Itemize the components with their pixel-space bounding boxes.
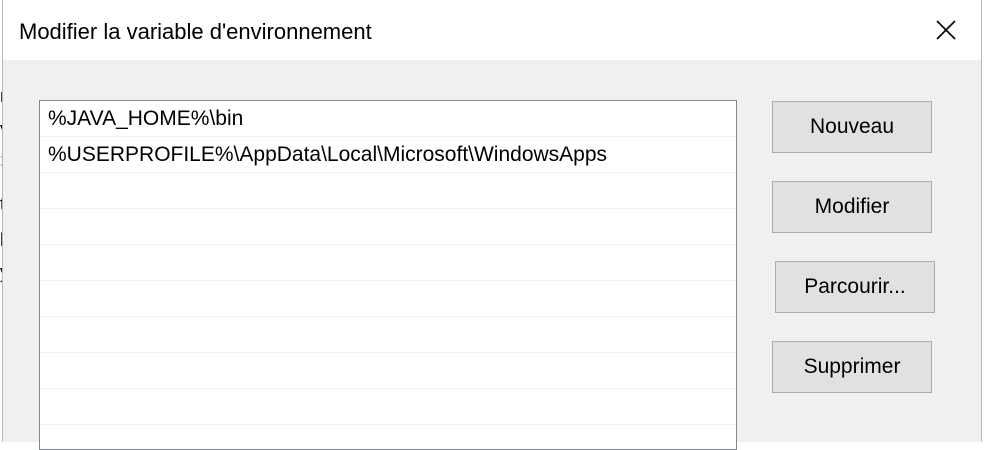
path-list[interactable]: %JAVA_HOME%\bin %USERPROFILE%\AppData\Loc… (39, 100, 737, 450)
list-item[interactable] (40, 173, 736, 209)
delete-button[interactable]: Supprimer (772, 341, 932, 393)
new-button[interactable]: Nouveau (772, 101, 932, 153)
list-item[interactable] (40, 425, 736, 449)
edit-button[interactable]: Modifier (772, 181, 932, 233)
list-item[interactable] (40, 281, 736, 317)
list-item[interactable] (40, 317, 736, 353)
close-icon (936, 20, 956, 40)
browse-button[interactable]: Parcourir... (775, 261, 935, 313)
list-item[interactable] (40, 245, 736, 281)
list-item[interactable]: %JAVA_HOME%\bin (40, 101, 736, 137)
list-item[interactable] (40, 353, 736, 389)
edit-environment-variable-dialog: Modifier la variable d'environnement %JA… (2, 0, 982, 450)
dialog-title: Modifier la variable d'environnement (19, 19, 372, 44)
list-item[interactable] (40, 209, 736, 245)
list-item[interactable] (40, 389, 736, 425)
list-item[interactable]: %USERPROFILE%\AppData\Local\Microsoft\Wi… (40, 137, 736, 173)
close-button[interactable] (911, 0, 981, 60)
dialog-titlebar[interactable]: Modifier la variable d'environnement (3, 0, 981, 60)
